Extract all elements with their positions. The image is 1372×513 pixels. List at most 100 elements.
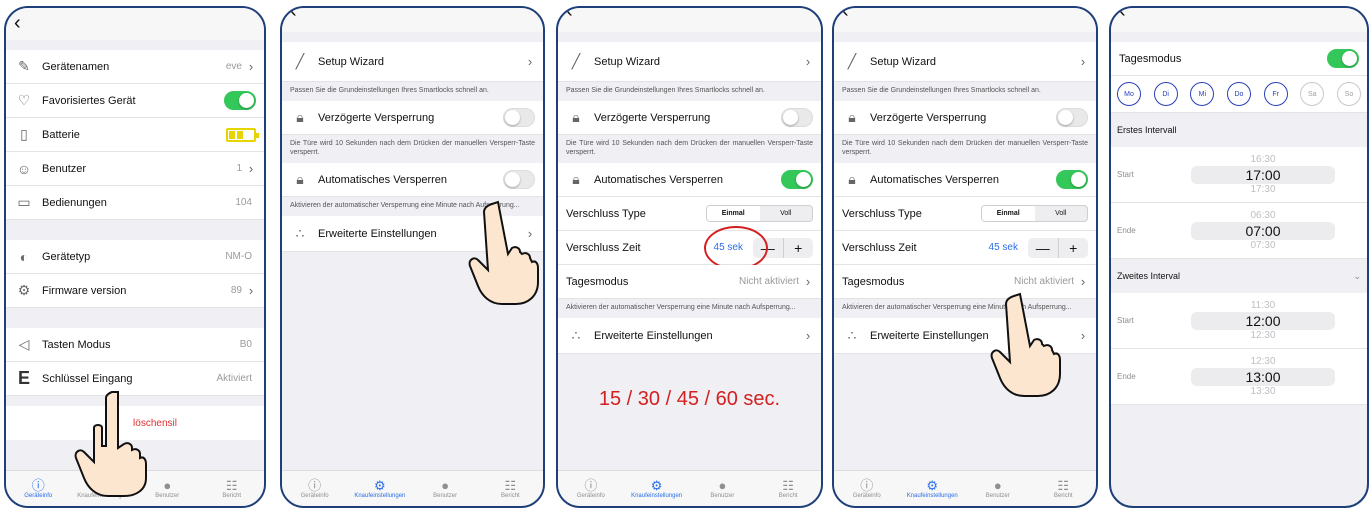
tab-report[interactable]: ☷ Bericht — [1031, 471, 1097, 506]
day-mo[interactable]: Mo — [1117, 82, 1141, 106]
segment-full[interactable]: Voll — [760, 206, 813, 221]
time-options-text: 15 / 30 / 45 / 60 sec. — [598, 388, 781, 410]
segment-once[interactable]: Einmal — [982, 206, 1035, 221]
tab-device-info[interactable]: ⓘ Geräteinfo — [558, 471, 624, 506]
network-icon: ∴ — [295, 225, 305, 241]
row-day-mode[interactable]: Tagesmodus Nicht aktiviert › — [834, 265, 1096, 299]
nav-bar: ‹ — [282, 8, 543, 32]
tab-knob-settings[interactable]: ⚙ Knaufeinstellungen — [347, 471, 412, 506]
row-setup-wizard[interactable]: ╱ Setup Wizard › — [282, 42, 543, 82]
auto-lock-toggle[interactable] — [1056, 170, 1088, 189]
interval2-end-row: Ende 12:30 13:00 13:30 — [1111, 349, 1367, 405]
back-arrow-icon[interactable]: ‹ — [842, 8, 849, 21]
tab-users[interactable]: ● Benutzer — [965, 471, 1031, 506]
magic-wand-icon: ╱ — [571, 53, 581, 69]
auto-lock-toggle[interactable] — [781, 170, 813, 189]
report-icon: ☷ — [1057, 478, 1070, 493]
row-device-name[interactable]: ✎ Gerätenamen eve › — [6, 50, 264, 84]
tab-knob-settings[interactable]: ⚙ Knaufeinstellungen — [900, 471, 966, 506]
tab-bar: ⓘ Geräteinfo ⚙ Knaufeinstellungen ● Benutze… — [6, 470, 264, 506]
row-users[interactable]: ☺ Benutzer 1 › — [6, 152, 264, 186]
tab-knob-settings[interactable]: ⚙ Knaufeinstellungen — [71, 471, 136, 506]
day-di[interactable]: Di — [1153, 82, 1178, 106]
second-interval-header[interactable]: Zweites Interval ⌄ — [1111, 259, 1367, 293]
row-setup-wizard[interactable]: ╱ Setup Wizard › — [834, 42, 1096, 82]
row-advanced-settings[interactable]: ∴ Erweiterte Einstellungen › — [558, 318, 821, 354]
tab-users[interactable]: ● Benutzer — [135, 471, 200, 506]
user-icon: ● — [441, 478, 450, 493]
report-icon: ☷ — [504, 478, 517, 493]
nav-bar: ‹ — [6, 8, 264, 40]
row-button-mode: ◁ Tasten Modus B0 — [6, 328, 264, 362]
back-arrow-icon[interactable]: ‹ — [290, 8, 297, 21]
network-icon: ∴ — [847, 327, 857, 343]
tab-device-info[interactable]: ⓘ Geräteinfo — [282, 471, 347, 506]
tab-bar: ⓘ Geräteinfo ⚙ Knaufeinstellungen ● Benutze… — [558, 470, 821, 506]
row-firmware[interactable]: ⚙ Firmware version 89 › — [6, 274, 264, 308]
tab-device-info[interactable]: ⓘ Geräteinfo — [834, 471, 900, 506]
day-sa[interactable]: Sa — [1300, 82, 1325, 106]
tab-bar: ⓘ Geräteinfo ⚙ Knaufeinstellungen ● Benutze… — [834, 470, 1096, 506]
segment-once[interactable]: Einmal — [707, 206, 760, 221]
gear-icon: ⚙ — [926, 478, 939, 493]
day-mode-toggle[interactable] — [1327, 49, 1359, 68]
nav-bar: ‹ — [1111, 8, 1367, 32]
users-icon: ☺ — [16, 160, 32, 177]
row-delayed-lock: 🔒︎ Verzögerte Versperrung — [834, 101, 1096, 135]
chevron-right-icon: › — [805, 328, 811, 343]
chevron-right-icon: › — [1080, 54, 1086, 69]
chevron-right-icon: › — [1080, 328, 1086, 343]
auto-lock-icon: 🔒︎ — [572, 171, 580, 187]
delayed-lock-toggle[interactable] — [781, 108, 813, 127]
increment-button[interactable]: + — [1059, 238, 1089, 258]
row-lock-time: Verschluss Zeit 45 sek — + — [558, 226, 821, 270]
row-advanced-settings[interactable]: ∴ Erweiterte Einstellungen › — [282, 216, 543, 252]
day-do[interactable]: Do — [1226, 82, 1251, 106]
row-day-mode[interactable]: Tagesmodus Nicht aktiviert › — [558, 265, 821, 299]
back-arrow-icon[interactable]: ‹ — [14, 13, 21, 33]
interval1-end-picker[interactable]: 06:30 07:00 07:30 — [1191, 203, 1335, 258]
auto-lock-toggle[interactable] — [503, 170, 535, 189]
favorite-toggle[interactable] — [224, 91, 256, 110]
interval2-end-picker[interactable]: 12:30 13:00 13:30 — [1191, 349, 1335, 404]
back-arrow-icon[interactable]: ‹ — [1119, 8, 1126, 21]
row-auto-lock: 🔒︎ Automatisches Versperren — [558, 163, 821, 197]
delayed-lock-toggle[interactable] — [1056, 108, 1088, 127]
tab-users[interactable]: ● Benutzer — [690, 471, 756, 506]
auto-lock-icon: 🔒︎ — [848, 171, 856, 187]
weekday-selector: Mo Di Mi Do Fr Sa So — [1111, 76, 1367, 113]
chevron-right-icon: › — [248, 161, 254, 176]
report-icon: ☷ — [782, 478, 794, 493]
chevron-right-icon: › — [1080, 274, 1086, 289]
tab-users[interactable]: ● Benutzer — [413, 471, 478, 506]
gear-icon: ⚙ — [374, 478, 386, 493]
delayed-lock-toggle[interactable] — [503, 108, 535, 127]
tab-report[interactable]: ☷ Bericht — [200, 471, 265, 506]
tab-knob-settings[interactable]: ⚙ Knaufeinstellungen — [624, 471, 690, 506]
battery-level-indicator — [226, 127, 259, 142]
interval1-start-picker[interactable]: 16:30 17:00 17:30 — [1191, 147, 1335, 202]
day-so[interactable]: So — [1336, 82, 1361, 106]
chevron-right-icon: › — [248, 59, 254, 74]
first-interval-header: Erstes Intervall — [1111, 113, 1367, 147]
info-icon: ⓘ — [860, 478, 874, 493]
chevron-down-icon: ⌄ — [1353, 270, 1361, 281]
back-arrow-icon[interactable]: ‹ — [566, 8, 573, 21]
tab-report[interactable]: ☷ Bericht — [478, 471, 543, 506]
segment-full[interactable]: Voll — [1035, 206, 1088, 221]
delete-button[interactable]: löschensil — [6, 406, 264, 440]
knob-settings-list: ╱ Setup Wizard › Passen Sie die Grundein… — [282, 32, 543, 470]
day-fr[interactable]: Fr — [1263, 82, 1288, 106]
decrement-button[interactable]: — — [1028, 237, 1059, 258]
tab-report[interactable]: ☷ Bericht — [755, 471, 821, 506]
row-device-type: ◐ Gerätetyp NM-O — [6, 240, 264, 274]
increment-button[interactable]: + — [784, 238, 814, 258]
phone-screen-day-mode-select: ‹ ╱ Setup Wizard › Passen Sie die Grunde… — [832, 6, 1098, 508]
tab-device-info[interactable]: ⓘ Geräteinfo — [6, 471, 71, 506]
row-advanced-settings[interactable]: ∴ Erweiterte Einstellungen › — [834, 318, 1096, 354]
interval2-start-picker[interactable]: 11:30 12:00 12:30 — [1191, 293, 1335, 348]
nav-bar: ‹ — [558, 8, 821, 32]
chevron-right-icon: › — [527, 226, 533, 241]
row-setup-wizard[interactable]: ╱ Setup Wizard › — [558, 42, 821, 82]
day-mi[interactable]: Mi — [1190, 82, 1215, 106]
